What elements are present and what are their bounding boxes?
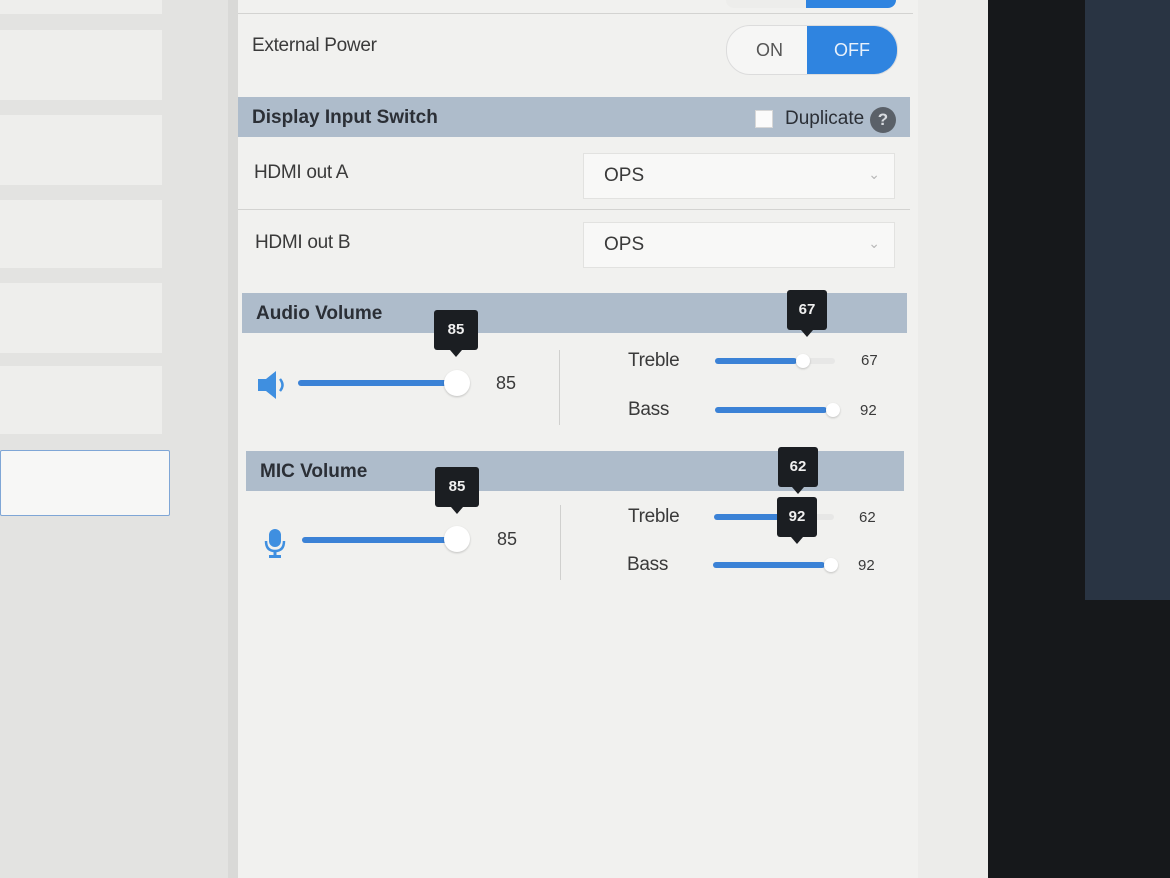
power-off-option[interactable]: OFF: [807, 26, 897, 74]
audio-volume-value: 85: [496, 373, 517, 393]
external-power-toggle[interactable]: ON OFF: [726, 25, 898, 75]
row-divider: [238, 209, 910, 210]
mic-treble-tooltip: 62: [778, 447, 818, 494]
mic-volume-value: 85: [497, 529, 518, 549]
audio-treble-value: 67: [861, 352, 878, 369]
chevron-down-icon: ⌄: [868, 235, 880, 251]
audio-treble-tooltip: 67: [787, 290, 827, 337]
mic-treble-label: Treble: [628, 506, 680, 527]
audio-bass-knob[interactable]: [826, 403, 840, 417]
sidebar-item-selected[interactable]: [0, 450, 170, 516]
sidebar-item[interactable]: [0, 30, 162, 100]
sidebar-item[interactable]: [0, 283, 162, 353]
section-title: MIC Volume: [260, 461, 368, 482]
microphone-icon[interactable]: [262, 527, 288, 559]
mic-volume-fill: [302, 537, 452, 543]
audio-treble-fill: [715, 358, 797, 364]
audio-volume-fill: [298, 380, 450, 386]
panel-margin: [918, 0, 988, 878]
hdmi-out-a-label: HDMI out A: [254, 162, 349, 183]
audio-volume-tooltip: 85: [434, 310, 478, 357]
audio-bass-value: 92: [860, 402, 877, 419]
mic-volume-tooltip: 85: [435, 467, 479, 514]
toggle-partial: [726, 0, 896, 8]
mic-bass-value: 92: [858, 557, 875, 574]
row-divider: [238, 13, 913, 14]
background-area: [1085, 0, 1170, 600]
audio-treble-label: Treble: [628, 350, 680, 371]
sidebar-item[interactable]: [0, 0, 162, 14]
sidebar: [0, 0, 228, 878]
section-title: Audio Volume: [256, 303, 383, 324]
speaker-icon[interactable]: [256, 369, 288, 401]
mic-treble-value: 62: [859, 509, 876, 526]
audio-treble-knob[interactable]: [796, 354, 810, 368]
chevron-down-icon: ⌄: [868, 166, 880, 182]
column-divider: [560, 505, 561, 580]
help-icon[interactable]: ?: [870, 107, 896, 133]
external-power-label: External Power: [252, 35, 377, 56]
hdmi-out-a-select[interactable]: OPS ⌄: [583, 153, 895, 199]
sidebar-item[interactable]: [0, 200, 162, 268]
audio-volume-knob[interactable]: [444, 370, 470, 396]
select-value: OPS: [604, 165, 645, 186]
mic-bass-tooltip: 92: [777, 497, 817, 544]
section-title: Display Input Switch: [252, 107, 438, 128]
mic-bass-fill: [713, 562, 825, 568]
hdmi-out-b-label: HDMI out B: [255, 232, 351, 253]
mic-volume-knob[interactable]: [444, 526, 470, 552]
audio-bass-fill: [715, 407, 827, 413]
duplicate-checkbox[interactable]: [755, 110, 773, 128]
select-value: OPS: [604, 234, 645, 255]
mic-bass-label: Bass: [627, 554, 669, 575]
hdmi-out-b-select[interactable]: OPS ⌄: [583, 222, 895, 268]
mic-bass-knob[interactable]: [824, 558, 838, 572]
sidebar-item[interactable]: [0, 115, 162, 185]
sidebar-item[interactable]: [0, 366, 162, 434]
audio-bass-label: Bass: [628, 399, 670, 420]
duplicate-label: Duplicate: [785, 108, 865, 129]
column-divider: [559, 350, 560, 425]
power-on-option[interactable]: ON: [727, 26, 812, 74]
